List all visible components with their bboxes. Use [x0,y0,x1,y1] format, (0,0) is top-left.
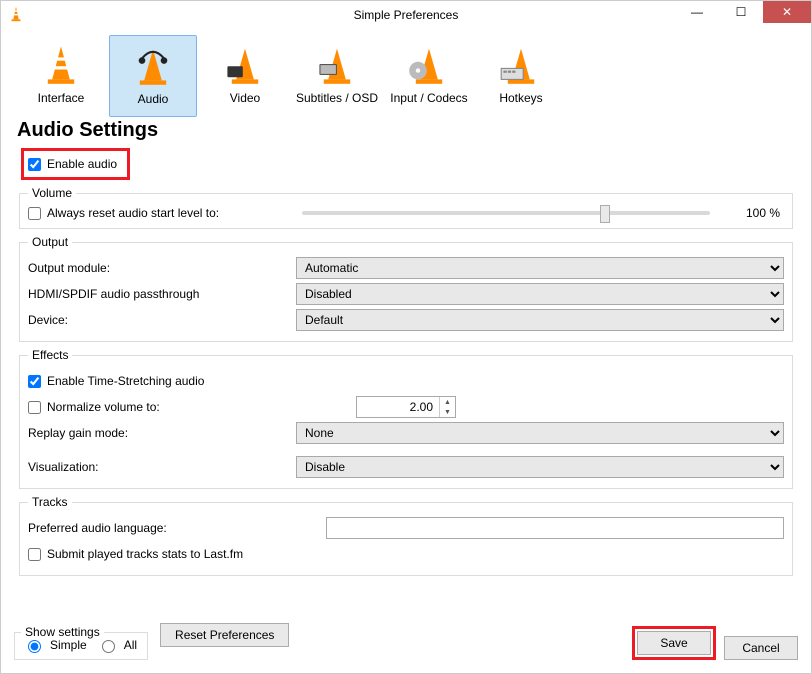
timestretch-input[interactable] [28,375,41,388]
show-settings-legend: Show settings [21,625,104,639]
save-highlight: Save [632,626,716,660]
content-area: Enable audio Volume Always reset audio s… [1,148,811,576]
maximize-button[interactable]: ☐ [719,1,763,23]
minimize-button[interactable]: — [675,1,719,23]
show-settings-group: Show settings Simple All [14,632,148,660]
enable-audio-label: Enable audio [47,157,117,171]
cone-headphone-icon [128,40,178,90]
cone-icon [36,39,86,89]
cone-board-icon [312,39,362,89]
category-audio[interactable]: Audio [109,35,197,117]
category-label: Input / Codecs [390,91,467,105]
radio-simple-input[interactable] [28,640,41,653]
cone-film-icon [220,39,270,89]
lastfm-input[interactable] [28,548,41,561]
radio-all[interactable]: All [97,637,137,653]
close-button[interactable]: ✕ [763,1,811,23]
hdmi-passthrough-select[interactable]: Disabled [296,283,784,305]
always-reset-label: Always reset audio start level to: [47,206,219,220]
category-label: Hotkeys [499,91,542,105]
normalize-value: 2.00 [357,400,439,414]
radio-all-label: All [124,638,137,652]
preferred-lang-label: Preferred audio language: [28,521,318,535]
bottom-bar: Show settings Simple All Reset Preferenc… [0,612,812,674]
titlebar: Simple Preferences — ☐ ✕ [1,1,811,29]
tracks-legend: Tracks [28,495,72,509]
volume-value: 100 % [724,206,784,220]
output-module-label: Output module: [28,261,288,275]
category-video[interactable]: Video [201,35,289,117]
always-reset-input[interactable] [28,207,41,220]
volume-slider[interactable] [302,211,710,215]
output-module-select[interactable]: Automatic [296,257,784,279]
page-title: Audio Settings [1,117,811,148]
normalize-input[interactable] [28,401,41,414]
timestretch-checkbox[interactable]: Enable Time-Stretching audio [28,374,204,388]
replay-gain-label: Replay gain mode: [28,426,288,440]
radio-all-input[interactable] [102,640,115,653]
category-label: Audio [138,92,169,106]
cone-keyboard-icon [496,39,546,89]
replay-gain-select[interactable]: None [296,422,784,444]
reset-preferences-button[interactable]: Reset Preferences [160,623,289,647]
cone-disc-icon [404,39,454,89]
effects-legend: Effects [28,348,72,362]
enable-audio-input[interactable] [28,158,41,171]
always-reset-checkbox[interactable]: Always reset audio start level to: [28,206,288,220]
device-label: Device: [28,313,288,327]
category-label: Subtitles / OSD [296,91,378,105]
enable-audio-checkbox[interactable]: Enable audio [28,157,117,171]
spinner-arrows[interactable]: ▲▼ [439,397,455,417]
normalize-checkbox[interactable]: Normalize volume to: [28,400,348,414]
category-toolbar: Interface Audio Video Subtitles / OSD In… [1,29,811,117]
radio-simple-label: Simple [50,638,87,652]
device-select[interactable]: Default [296,309,784,331]
output-legend: Output [28,235,72,249]
volume-group: Volume Always reset audio start level to… [19,186,793,229]
vlc-app-icon [7,5,27,25]
category-hotkeys[interactable]: Hotkeys [477,35,565,117]
cancel-button[interactable]: Cancel [724,636,798,660]
slider-thumb[interactable] [600,205,610,223]
output-group: Output Output module: Automatic HDMI/SPD… [19,235,793,342]
lastfm-label: Submit played tracks stats to Last.fm [47,547,243,561]
normalize-label: Normalize volume to: [47,400,160,414]
effects-group: Effects Enable Time-Stretching audio Nor… [19,348,793,489]
enable-audio-highlight: Enable audio [21,148,130,180]
visualization-select[interactable]: Disable [296,456,784,478]
category-label: Interface [38,91,85,105]
tracks-group: Tracks Preferred audio language: Submit … [19,495,793,576]
hdmi-passthrough-label: HDMI/SPDIF audio passthrough [28,287,288,301]
visualization-label: Visualization: [28,460,288,474]
lastfm-checkbox[interactable]: Submit played tracks stats to Last.fm [28,547,243,561]
category-interface[interactable]: Interface [17,35,105,117]
volume-legend: Volume [28,186,76,200]
category-input-codecs[interactable]: Input / Codecs [385,35,473,117]
category-label: Video [230,91,260,105]
preferred-lang-input[interactable] [326,517,784,539]
window-controls: — ☐ ✕ [675,1,811,23]
timestretch-label: Enable Time-Stretching audio [47,374,204,388]
save-button[interactable]: Save [637,631,711,655]
category-subtitles[interactable]: Subtitles / OSD [293,35,381,117]
radio-simple[interactable]: Simple [23,637,87,653]
normalize-spinner[interactable]: 2.00 ▲▼ [356,396,456,418]
